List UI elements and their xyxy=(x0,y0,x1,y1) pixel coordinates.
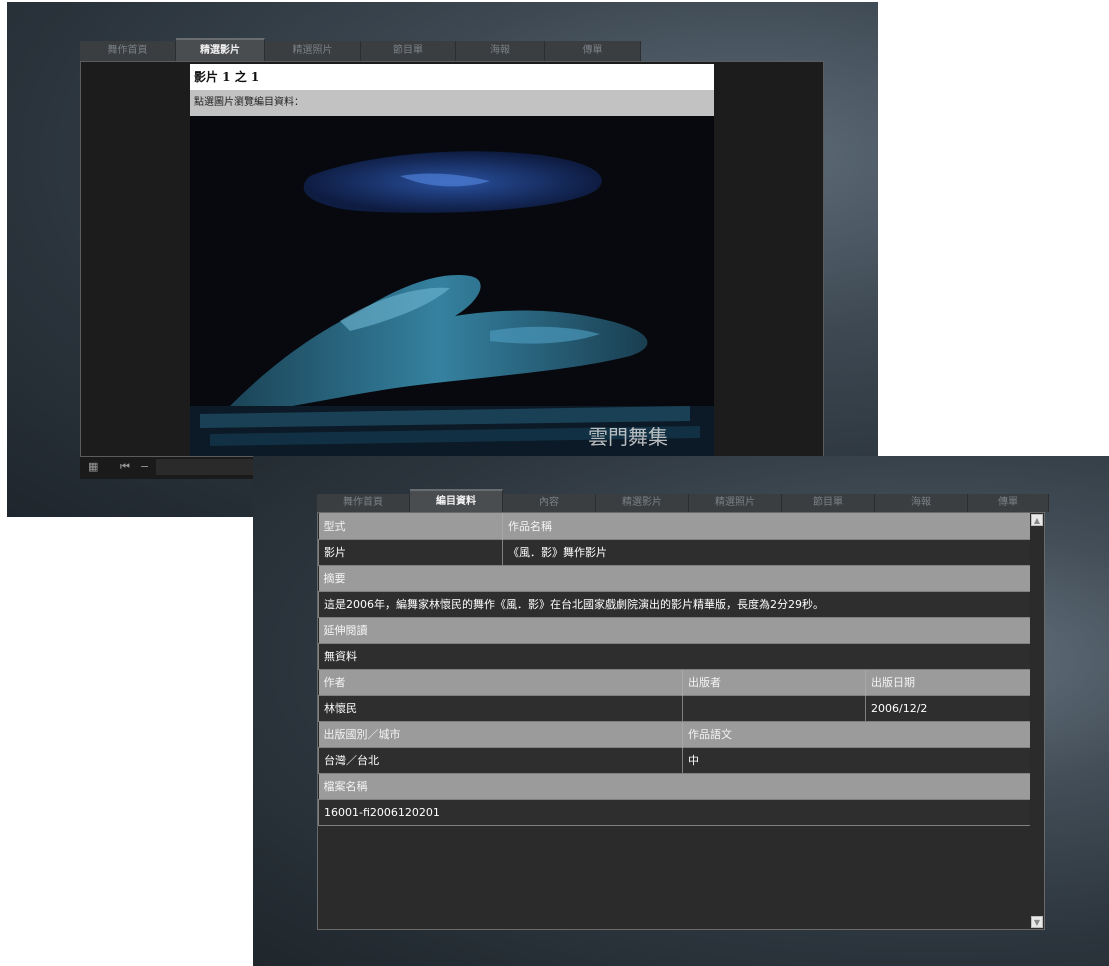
author-label: 作者 xyxy=(318,669,683,695)
scroll-up-icon[interactable]: ▲ xyxy=(1031,514,1043,526)
video-controls: ▦ ⏮ − xyxy=(80,457,280,479)
scrollbar[interactable]: ▲ ▼ xyxy=(1030,513,1044,929)
tab-flyer[interactable]: 傳單 xyxy=(545,41,641,61)
video-window-tabs: 舞作首頁 精選影片 精選照片 節目單 海報 傳單 xyxy=(80,38,641,62)
tab-featured-videos[interactable]: 精選影片 xyxy=(596,494,689,512)
language-label: 作品語文 xyxy=(682,721,1044,747)
publisher-value xyxy=(682,694,866,722)
publisher-label: 出版者 xyxy=(682,669,866,695)
tab-featured-videos[interactable]: 精選影片 xyxy=(176,38,265,62)
tab-catalog-data[interactable]: 編目資料 xyxy=(410,489,503,513)
abstract-label: 摘要 xyxy=(318,565,1044,591)
filename-value: 16001-fi2006120201 xyxy=(318,798,1044,826)
type-label: 型式 xyxy=(318,513,503,539)
dance-stage-image[interactable]: 雲門舞集 xyxy=(190,116,714,456)
video-hint: 點選圖片瀏覽編目資料： xyxy=(190,90,714,116)
video-counter-title: 影片 1 之 1 xyxy=(190,64,714,90)
language-value: 中 xyxy=(681,746,1044,774)
abstract-value: 這是2006年，編舞家林懷民的舞作《風．影》在台北國家戲劇院演出的影片精華版，長… xyxy=(318,590,1044,618)
watermark-text: 雲門舞集 xyxy=(588,425,668,449)
video-window: 舞作首頁 精選影片 精選照片 節目單 海報 傳單 影片 1 之 1 點選圖片瀏覽… xyxy=(7,2,878,517)
title-value: 《風．影》舞作影片 xyxy=(501,538,1044,566)
catalog-panel: 型式 作品名稱 影片 《風．影》舞作影片 摘要 這是2006年，編舞家林懷民的舞… xyxy=(317,512,1045,930)
video-frame: 影片 1 之 1 點選圖片瀏覽編目資料： 雲門舞集 xyxy=(80,61,824,457)
tab-featured-photos[interactable]: 精選照片 xyxy=(265,41,361,61)
catalog-window: 舞作首頁 編目資料 內容 精選影片 精選照片 節目單 海報 傳單 型式 作品名稱… xyxy=(253,456,1109,966)
filename-label: 檔案名稱 xyxy=(318,773,1044,799)
further-reading-label: 延伸閱讀 xyxy=(318,617,1044,643)
video-player[interactable]: 雲門舞集 xyxy=(190,116,714,456)
catalog-window-tabs: 舞作首頁 編目資料 內容 精選影片 精選照片 節目單 海報 傳單 xyxy=(317,489,1049,513)
tab-poster[interactable]: 海報 xyxy=(456,41,545,61)
tab-home[interactable]: 舞作首頁 xyxy=(317,494,410,512)
further-reading-value: 無資料 xyxy=(318,642,1044,670)
type-value: 影片 xyxy=(318,538,503,566)
tab-content[interactable]: 內容 xyxy=(503,494,596,512)
tab-program[interactable]: 節目單 xyxy=(782,494,875,512)
publish-date-label: 出版日期 xyxy=(865,669,1044,695)
title-label: 作品名稱 xyxy=(502,513,1044,539)
publish-date-value: 2006/12/2 xyxy=(864,694,1044,722)
tab-poster[interactable]: 海報 xyxy=(875,494,968,512)
minus-icon[interactable]: − xyxy=(140,460,149,473)
skip-back-icon[interactable]: ⏮ xyxy=(120,460,130,474)
tab-home[interactable]: 舞作首頁 xyxy=(80,41,176,61)
author-value: 林懷民 xyxy=(318,694,683,722)
place-label: 出版國別／城市 xyxy=(318,721,683,747)
metadata-table: 型式 作品名稱 影片 《風．影》舞作影片 摘要 這是2006年，編舞家林懷民的舞… xyxy=(318,513,1044,826)
tab-flyer[interactable]: 傳單 xyxy=(968,494,1049,512)
tab-program[interactable]: 節目單 xyxy=(361,41,456,61)
place-value: 台灣／台北 xyxy=(318,746,683,774)
tab-featured-photos[interactable]: 精選照片 xyxy=(689,494,782,512)
scroll-down-icon[interactable]: ▼ xyxy=(1031,916,1043,928)
grid-icon[interactable]: ▦ xyxy=(88,460,98,473)
